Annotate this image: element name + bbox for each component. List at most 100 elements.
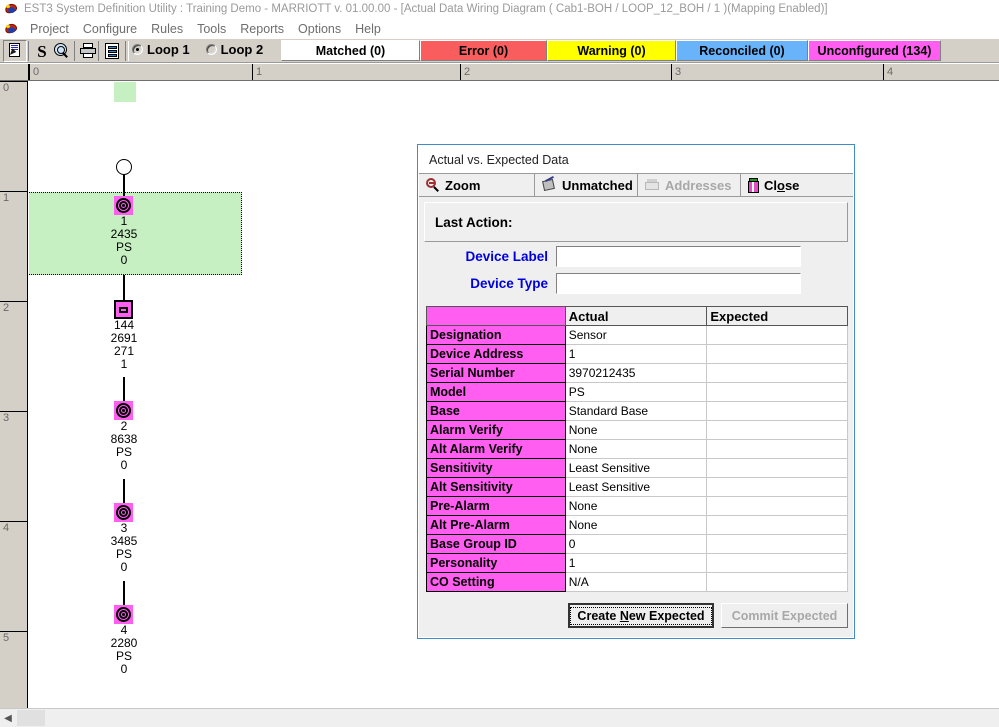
dialog-close-button[interactable]: Close	[741, 174, 853, 196]
row-actual[interactable]: Least Sensitive	[564, 458, 708, 478]
loop-1-radio[interactable]: Loop 1	[132, 42, 190, 57]
row-expected[interactable]	[706, 553, 848, 573]
actual-expected-table[interactable]: Actual Expected Designation Sensor Device…	[426, 306, 848, 592]
device-label-input[interactable]	[556, 246, 801, 267]
menu-item-configure[interactable]: Configure	[76, 21, 144, 37]
row-actual[interactable]: Least Sensitive	[564, 477, 708, 497]
report-tool-button[interactable]	[100, 40, 124, 62]
diagram-wire-segment-3	[123, 479, 125, 504]
row-key: Designation	[426, 325, 566, 345]
zoom-tool-button[interactable]	[50, 40, 74, 62]
menu-item-rules[interactable]: Rules	[144, 21, 190, 37]
dialog-unmatched-button[interactable]: Unmatched	[535, 174, 638, 196]
row-expected[interactable]	[706, 382, 848, 402]
row-expected[interactable]	[706, 344, 848, 364]
device-label-row: Device Label	[438, 246, 801, 267]
status-tab-error[interactable]: Error (0)	[420, 40, 547, 61]
select-tool-button[interactable]	[3, 40, 27, 62]
status-tab-unconfigured[interactable]: Unconfigured (134)	[808, 40, 941, 61]
dollar-s-icon: S	[37, 41, 47, 61]
scroll-left-arrow-icon[interactable]: ◀	[0, 709, 16, 727]
status-tab-matched-label: Matched (0)	[315, 43, 386, 58]
menu-item-tools[interactable]: Tools	[190, 21, 233, 37]
row-actual[interactable]: 0	[564, 534, 708, 554]
create-new-expected-button[interactable]: Create New Expected	[568, 603, 714, 628]
table-header-expected: Expected	[706, 306, 848, 326]
vruler-tick-0: 0	[0, 81, 27, 177]
row-actual[interactable]: 3970212435	[564, 363, 708, 383]
row-expected[interactable]	[706, 401, 848, 421]
table-row: Model PS	[426, 382, 848, 402]
vruler-tick-3: 3	[0, 411, 27, 507]
row-actual[interactable]: None	[564, 439, 708, 459]
row-key: Personality	[426, 553, 566, 573]
status-tab-warning[interactable]: Warning (0)	[547, 40, 676, 61]
dialog-addresses-button: Addresses	[638, 174, 741, 196]
row-actual[interactable]: Standard Base	[564, 401, 708, 421]
scrollbar-thumb[interactable]	[17, 710, 45, 726]
row-expected[interactable]	[706, 515, 848, 535]
row-expected[interactable]	[706, 420, 848, 440]
unmatched-icon	[542, 176, 557, 192]
row-actual[interactable]: 1	[564, 344, 708, 364]
diagram-node-sensor-4[interactable]	[114, 605, 133, 624]
vruler-tick-1: 1	[0, 191, 27, 287]
row-expected[interactable]	[706, 363, 848, 383]
status-tab-reconciled[interactable]: Reconciled (0)	[676, 40, 808, 61]
status-tab-matched[interactable]: Matched (0)	[281, 40, 420, 61]
window-title-bar: EST3 System Definition Utility : Trainin…	[0, 0, 999, 18]
row-key: Alarm Verify	[426, 420, 566, 440]
radio-indicator-loop1	[132, 44, 143, 55]
diagram-loop-terminator[interactable]	[116, 159, 132, 175]
loop-2-radio[interactable]: Loop 2	[205, 42, 263, 57]
table-row: Base Standard Base	[426, 401, 848, 421]
row-key: Serial Number	[426, 363, 566, 383]
diagram-node-sensor-2[interactable]	[114, 401, 133, 420]
device-type-row: Device Type	[438, 273, 801, 294]
horizontal-scrollbar[interactable]: ◀	[0, 708, 999, 727]
diagram-node-label-5: 4 2280 PS 0	[110, 623, 138, 676]
row-expected[interactable]	[706, 439, 848, 459]
hruler-tick-3: 3	[671, 64, 856, 80]
menu-item-options[interactable]: Options	[291, 21, 348, 37]
row-expected[interactable]	[706, 534, 848, 554]
table-row: Designation Sensor	[426, 325, 848, 345]
dialog-zoom-button[interactable]: Zoom	[419, 174, 535, 196]
diagram-node-sensor-3[interactable]	[114, 503, 133, 522]
menu-item-project[interactable]: Project	[23, 21, 76, 37]
row-actual[interactable]: N/A	[564, 572, 708, 592]
row-actual[interactable]: 1	[564, 553, 708, 573]
diagram-node-module-144[interactable]	[114, 300, 133, 319]
row-actual[interactable]: None	[564, 420, 708, 440]
print-tool-button[interactable]	[76, 40, 100, 62]
row-key: Base	[426, 401, 566, 421]
row-expected[interactable]	[706, 496, 848, 516]
vruler-tick-5: 5	[0, 631, 27, 708]
hruler-tick-2: 2	[460, 64, 645, 80]
row-actual[interactable]: Sensor	[564, 325, 708, 345]
row-expected[interactable]	[706, 477, 848, 497]
report-list-icon	[103, 42, 121, 60]
menu-item-help[interactable]: Help	[348, 21, 388, 37]
row-expected[interactable]	[706, 458, 848, 478]
radio-indicator-loop2	[205, 44, 217, 55]
commit-expected-label: Commit Expected	[731, 608, 838, 623]
device-type-caption: Device Type	[470, 276, 548, 291]
row-key: Alt Sensitivity	[426, 477, 566, 497]
menu-item-reports[interactable]: Reports	[233, 21, 291, 37]
row-actual[interactable]: None	[564, 515, 708, 535]
row-expected[interactable]	[706, 325, 848, 345]
vertical-ruler: 0 1 2 3 4 5	[0, 81, 28, 708]
hruler-tick-0: 0	[29, 64, 209, 80]
status-tab-warning-label: Warning (0)	[577, 43, 646, 58]
row-actual[interactable]: None	[564, 496, 708, 516]
status-tab-error-label: Error (0)	[458, 43, 509, 58]
device-type-input[interactable]	[556, 273, 801, 294]
sensor-icon	[116, 198, 131, 213]
system-menu-icon[interactable]	[3, 21, 19, 36]
document-pointer-icon	[6, 42, 24, 60]
row-expected[interactable]	[706, 572, 848, 592]
diagram-node-sensor-1[interactable]	[114, 196, 133, 215]
row-actual[interactable]: PS	[564, 382, 708, 402]
table-row: Alarm Verify None	[426, 420, 848, 440]
